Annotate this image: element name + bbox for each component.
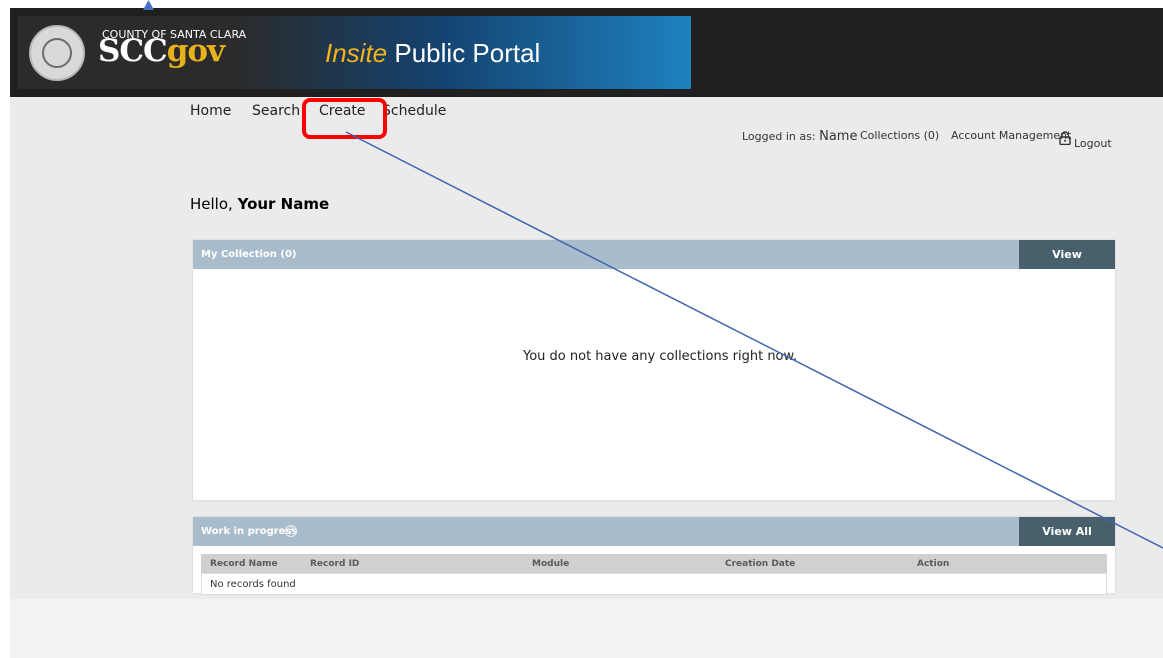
collection-panel-title: My Collection (0) [201,249,297,260]
table-row: No records found [201,573,1107,595]
portal-banner: COUNTY OF SANTA CLARA SCCgov Insite Publ… [18,16,691,89]
no-records-message: No records found [210,579,296,590]
logged-in-user: Name [819,129,858,144]
view-all-records-button[interactable]: View All Records [1019,517,1115,567]
column-header[interactable]: Record ID [310,559,359,569]
work-in-progress-panel: Work in progress ? View All Records Reco… [193,517,1115,595]
wip-panel-title: Work in progress [201,526,298,537]
logged-in-label: Logged in as: Name [742,129,858,144]
brand-logo[interactable]: SCCgov [98,33,225,69]
records-table-header: Record Name Record ID Module Creation Da… [201,554,1107,573]
collections-link[interactable]: Collections (0) [860,129,939,142]
nav-home[interactable]: Home [190,103,231,119]
nav-schedule[interactable]: Schedule [382,103,446,119]
footer-band [10,599,1163,658]
create-highlight-box [302,98,387,139]
collection-panel-header: My Collection (0) View Collections [193,240,1115,290]
view-collections-button[interactable]: View Collections [1019,240,1115,290]
logout-link[interactable]: Logout [1074,137,1112,150]
portal-title-insite: Insite [325,38,388,68]
portal-window: COUNTY OF SANTA CLARA SCCgov Insite Publ… [10,8,1163,658]
column-header[interactable]: Action [917,559,949,569]
brand-logo-a: SCC [98,33,168,69]
help-icon[interactable]: ? [285,525,297,537]
account-management-link[interactable]: Account Management [951,129,1071,142]
greeting: Hello, Your Name [190,195,330,213]
seal-icon [29,25,85,81]
portal-title-rest: Public Portal [387,38,541,68]
column-header[interactable]: Record Name [210,559,278,569]
header: COUNTY OF SANTA CLARA SCCgov Insite Publ… [10,8,1163,97]
brand-logo-b: gov [166,33,225,69]
greeting-name: Your Name [237,195,330,213]
portal-title: Insite Public Portal [325,38,540,69]
lock-icon[interactable] [1058,131,1072,145]
nav-search[interactable]: Search [252,103,300,119]
column-header[interactable]: Creation Date [725,559,795,569]
collections-empty-message: You do not have any collections right no… [523,349,798,364]
column-header[interactable]: Module [532,559,569,569]
collection-panel: My Collection (0) View Collections You d… [193,240,1115,500]
wip-panel-header: Work in progress ? View All Records [193,517,1115,567]
